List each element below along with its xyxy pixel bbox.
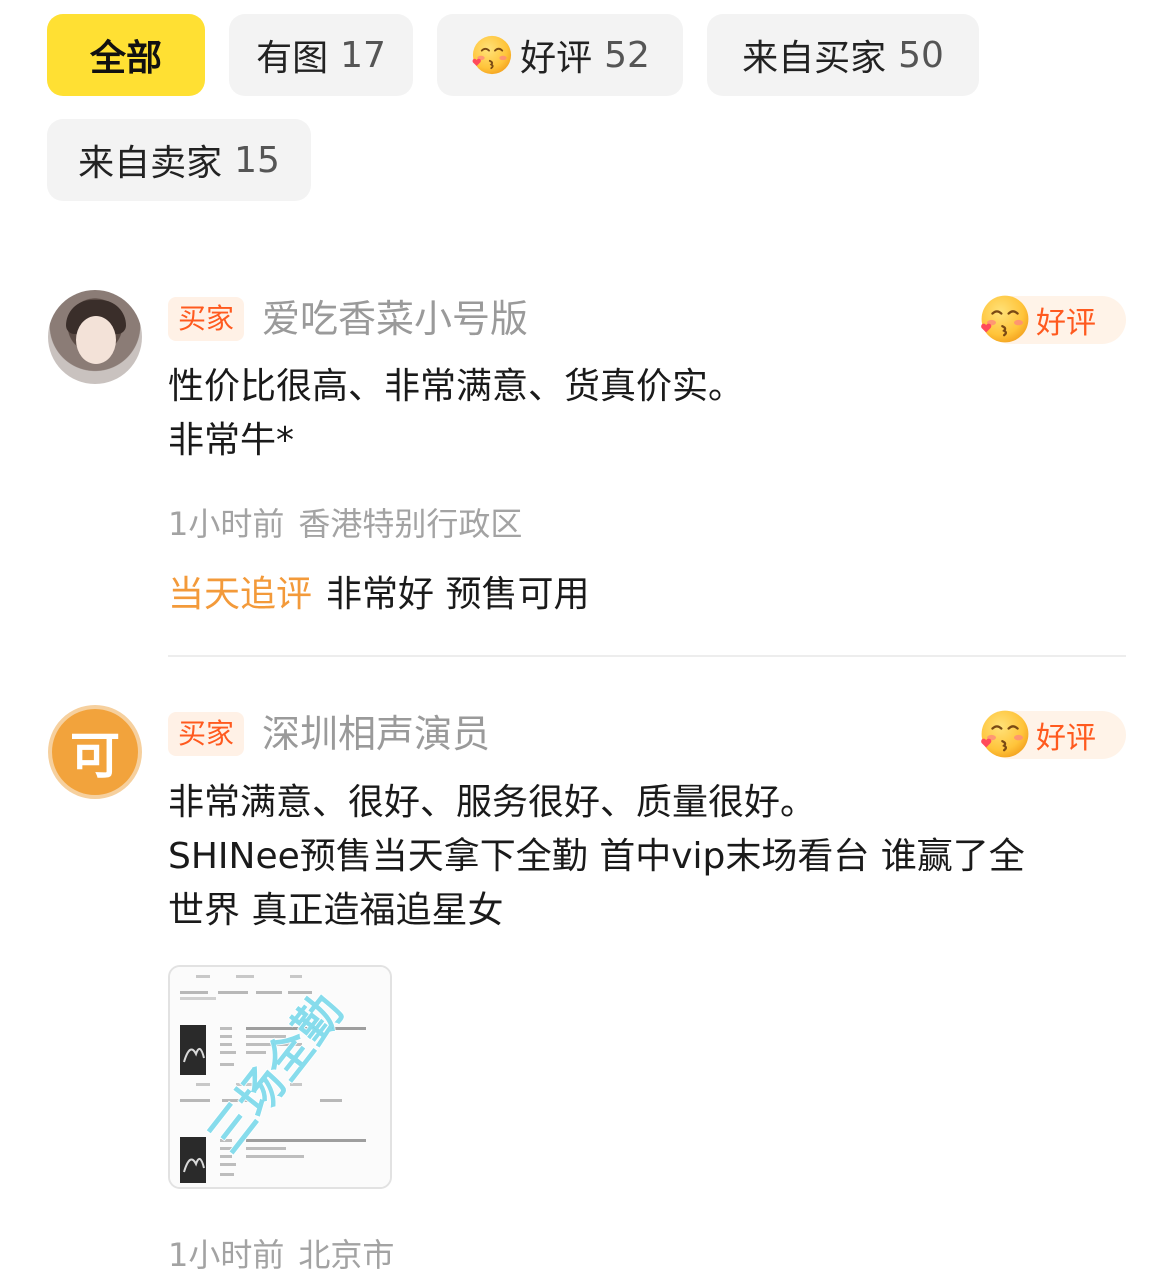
followup-label: 当天追评 bbox=[168, 574, 313, 615]
review-text-line: SHINee预售当天拿下全勤 首中vip末场看台 谁赢了全 bbox=[168, 836, 1025, 877]
review-text-line: 世界 真正造福追星女 bbox=[168, 890, 504, 931]
kiss-emoji-icon bbox=[978, 292, 1032, 346]
filter-chip-count: 52 bbox=[604, 34, 650, 76]
rating-badge: 好评 bbox=[986, 711, 1126, 759]
buyer-tag: 买家 bbox=[168, 712, 245, 756]
filter-chip-count: 17 bbox=[340, 34, 386, 76]
filter-chip-label: 全部 bbox=[89, 38, 162, 79]
filter-chip-label: 有图 bbox=[256, 38, 329, 79]
review-text: 非常满意、很好、服务很好、质量很好。 SHINee预售当天拿下全勤 首中vip末… bbox=[168, 776, 1138, 938]
filter-chip-label: 来自卖家 bbox=[78, 143, 223, 184]
kiss-emoji-icon bbox=[978, 707, 1032, 761]
review-text-line: 非常牛* bbox=[168, 420, 295, 461]
filter-chip-label: 来自买家 bbox=[742, 38, 887, 79]
review-text: 性价比很高、非常满意、货真价实。 非常牛* bbox=[168, 360, 1138, 468]
filter-chip-positive[interactable]: 好评 52 bbox=[437, 14, 683, 96]
ticket-order-screenshot: 三场全勤 bbox=[170, 967, 390, 1187]
avatar[interactable] bbox=[48, 290, 142, 384]
divider bbox=[168, 655, 1126, 657]
followup-text: 非常好 预售可用 bbox=[326, 574, 590, 615]
avatar[interactable]: 可 bbox=[48, 705, 142, 799]
review-meta: 1小时前 北京市 bbox=[168, 1230, 394, 1276]
review-time: 1小时前 bbox=[168, 1236, 285, 1274]
review-location: 香港特别行政区 bbox=[298, 505, 523, 543]
review-text-line: 性价比很高、非常满意、货真价实。 bbox=[168, 366, 745, 407]
review-location: 北京市 bbox=[298, 1236, 395, 1274]
filter-chip-all[interactable]: 全部 bbox=[47, 14, 205, 96]
rating-label: 好评 bbox=[1036, 721, 1096, 756]
kiss-emoji-icon bbox=[470, 33, 514, 77]
filter-chip-from-buyer[interactable]: 来自买家 50 bbox=[707, 14, 979, 96]
review-meta: 1小时前 香港特别行政区 bbox=[168, 499, 522, 545]
avatar-face bbox=[76, 316, 116, 364]
filter-chip-label: 好评 bbox=[520, 38, 593, 79]
avatar-letter: 可 bbox=[70, 727, 120, 785]
rating-badge: 好评 bbox=[986, 296, 1126, 344]
review-text-line: 非常满意、很好、服务很好、质量很好。 bbox=[168, 782, 817, 823]
followup-review: 当天追评 非常好 预售可用 bbox=[168, 565, 589, 617]
buyer-tag: 买家 bbox=[168, 297, 245, 341]
username[interactable]: 深圳相声演员 bbox=[262, 712, 490, 756]
filter-chip-count: 15 bbox=[234, 139, 280, 181]
filter-chip-count: 50 bbox=[898, 34, 944, 76]
rating-label: 好评 bbox=[1036, 306, 1096, 341]
filter-chip-from-seller[interactable]: 来自卖家 15 bbox=[47, 119, 311, 201]
filter-chip-with-images[interactable]: 有图 17 bbox=[229, 14, 413, 96]
review-image-thumbnail[interactable]: 三场全勤 bbox=[168, 965, 392, 1189]
review-time: 1小时前 bbox=[168, 505, 285, 543]
username[interactable]: 爱吃香菜小号版 bbox=[262, 297, 528, 341]
